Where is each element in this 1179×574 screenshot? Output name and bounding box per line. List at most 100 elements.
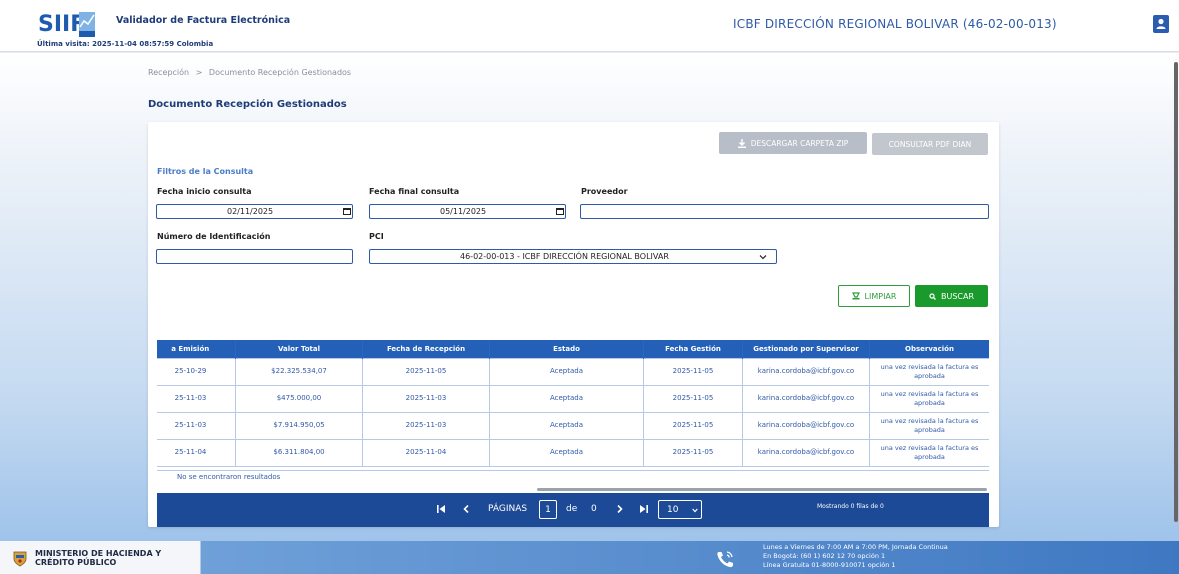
cell-status: Aceptada [489,384,644,413]
download-zip-label: DESCARGAR CARPETA ZIP [750,138,849,148]
column-header-status[interactable]: Estado [489,340,644,358]
table-horizontal-scrollbar[interactable] [537,488,987,491]
id-number-label: Número de Identificación [157,232,271,241]
search-button[interactable]: BUSCAR [915,285,988,307]
column-header-emission[interactable]: a Emisión [157,340,236,358]
top-header: SIIF Validador de Factura Electrónica Úl… [0,0,1179,52]
contact-schedule: Lunes a Viernes de 7:00 AM a 7:00 PM, Jo… [763,543,948,551]
last-visit: Última visita: 2025-11-04 08:57:59 Colom… [37,40,214,48]
footer: MINISTERIO DE HACIENDA Y CRÉDITO PÚBLICO… [0,541,1179,574]
ministry-name: MINISTERIO DE HACIENDA Y CRÉDITO PÚBLICO [35,549,161,568]
user-icon [1156,18,1166,29]
cell-supervisor: karina.cordoba@icbf.gov.co [742,438,870,467]
contact-toll-free: Línea Gratuita 01-8000-910071 opción 1 [763,561,896,570]
ministry-line-2: CRÉDITO PÚBLICO [35,557,117,567]
provider-input[interactable] [580,204,989,219]
cell-supervisor: karina.cordoba@icbf.gov.co [742,357,870,386]
id-number-input[interactable] [156,249,353,264]
cell-supervisor: karina.cordoba@icbf.gov.co [742,384,870,413]
provider-label: Proveedor [581,187,628,196]
coat-of-arms-icon [13,551,27,567]
download-zip-button[interactable]: DESCARGAR CARPETA ZIP [719,132,867,154]
breadcrumb-separator: > [195,68,203,77]
cell-status: Aceptada [489,438,644,467]
pages-label: PÁGINAS [488,504,528,514]
last-page-icon[interactable] [639,505,648,513]
column-header-total[interactable]: Valor Total [235,340,363,358]
pci-selected-value: 46-02-00-013 - ICBF DIRECCIÓN REGIONAL B… [460,252,669,261]
table-row[interactable]: 25-11-03 $7.914.950,05 2025-11-03 Acepta… [157,411,989,440]
calendar-icon[interactable] [556,208,564,215]
cell-status: Aceptada [489,411,644,440]
app-title: Validador de Factura Electrónica [116,15,291,26]
cell-managed-date: 2025-11-05 [643,411,743,440]
column-header-reception-date[interactable]: Fecha de Recepción [362,340,490,358]
cell-emission: 25-11-04 [157,438,236,467]
cell-observation: una vez revisada la factura es aprobada [869,411,989,440]
calendar-icon[interactable] [343,208,351,215]
page-scrollbar[interactable] [1174,62,1178,522]
cell-status: Aceptada [489,357,644,386]
start-date-input[interactable]: 02/11/2025 [156,204,353,219]
pagination-bar: PÁGINAS 1 de 0 10 Mostrando 0 filas de 0 [157,493,989,527]
cell-reception-date: 2025-11-03 [362,384,490,413]
end-date-label: Fecha final consulta [369,187,460,196]
cell-reception-date: 2025-11-03 [362,411,490,440]
page-size-select[interactable]: 10 [658,500,702,519]
svg-text:SIIF: SIIF [38,12,85,37]
start-date-value: 02/11/2025 [227,207,274,216]
end-date-input[interactable]: 05/11/2025 [369,204,566,219]
cell-supervisor: karina.cordoba@icbf.gov.co [742,411,870,440]
total-pages: 0 [591,504,597,514]
cell-reception-date: 2025-11-04 [362,438,490,467]
phone-icon [717,551,733,568]
contact-info: Lunes a Viernes de 7:00 AM a 7:00 PM, Jo… [763,543,948,570]
cell-emission: 25-11-03 [157,384,236,413]
clear-button[interactable]: LIMPIAR [838,285,910,307]
table-row[interactable]: 25-10-29 $22.325.534,07 2025-11-05 Acept… [157,357,989,386]
siif-logo: SIIF [38,12,95,37]
user-menu-button[interactable] [1153,15,1169,33]
table-row[interactable]: 25-11-04 $6.311.804,00 2025-11-04 Acepta… [157,438,989,467]
first-page-icon[interactable] [437,505,446,513]
eraser-icon [851,292,860,300]
breadcrumb-root[interactable]: Recepción [148,68,189,77]
cell-managed-date: 2025-11-05 [643,438,743,467]
consult-pdf-button[interactable]: CONSULTAR PDF DIAN [872,133,988,155]
column-header-observation[interactable]: Observación [869,340,989,358]
column-header-managed-date[interactable]: Fecha Gestión [643,340,743,358]
end-date-value: 05/11/2025 [440,207,487,216]
clear-label: LIMPIAR [864,291,897,301]
cell-observation: una vez revisada la factura es aprobada [869,357,989,386]
breadcrumb: Recepción > Documento Recepción Gestiona… [148,68,351,77]
cell-managed-date: 2025-11-05 [643,384,743,413]
previous-page-icon[interactable] [463,505,469,513]
cell-observation: una vez revisada la factura es aprobada [869,384,989,413]
cell-managed-date: 2025-11-05 [643,357,743,386]
cell-emission: 25-10-29 [157,357,236,386]
pci-label: PCI [369,232,384,241]
breadcrumb-current: Documento Recepción Gestionados [208,68,352,77]
search-label: BUSCAR [940,291,975,301]
rows-info: Mostrando 0 filas de 0 [817,503,884,510]
table-row[interactable]: 25-11-03 $475.000,00 2025-11-03 Aceptada… [157,384,989,413]
filters-title: Filtros de la Consulta [157,167,254,176]
cell-total: $22.325.534,07 [235,357,363,386]
entity-name: ICBF DIRECCIÓN REGIONAL BOLIVAR (46-02-0… [733,17,1057,31]
current-page-input[interactable]: 1 [539,500,557,519]
chevron-down-icon [692,508,698,513]
cell-emission: 25-11-03 [157,411,236,440]
pci-select[interactable]: 46-02-00-013 - ICBF DIRECCIÓN REGIONAL B… [369,249,777,264]
cell-observation: una vez revisada la factura es aprobada [869,438,989,467]
results-table-container: a Emisión Valor Total Fecha de Recepción… [157,340,989,487]
cell-reception-date: 2025-11-05 [362,357,490,386]
of-label: de [566,504,578,514]
page-title: Documento Recepción Gestionados [148,99,347,110]
contact-bogota: En Bogotá: (60 1) 602 12 70 opción 1 [763,552,886,561]
search-icon [929,292,936,300]
cell-total: $475.000,00 [235,384,363,413]
start-date-label: Fecha inicio consulta [157,187,252,196]
no-results-message: No se encontraron resultados [157,470,989,484]
column-header-supervisor[interactable]: Gestionado por Supervisor [742,340,870,358]
next-page-icon[interactable] [617,505,623,513]
